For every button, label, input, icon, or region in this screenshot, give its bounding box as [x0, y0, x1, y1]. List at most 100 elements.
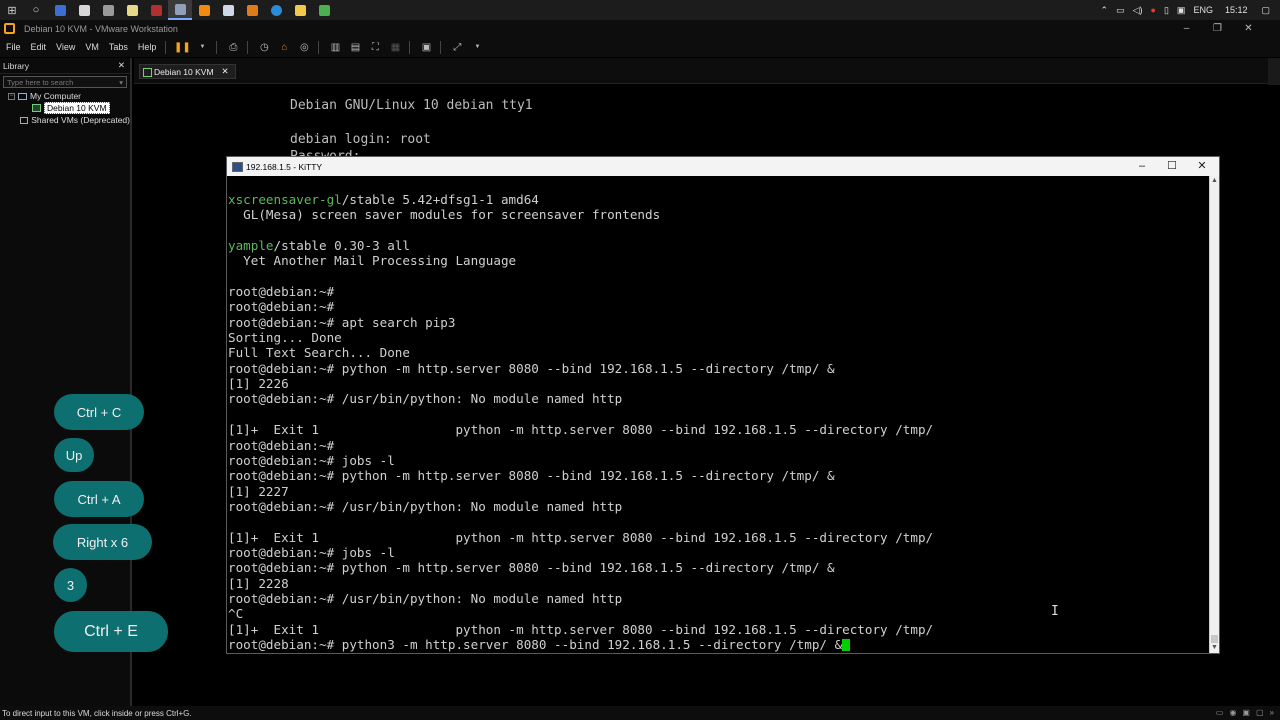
taskbar-app-icon[interactable]: [240, 0, 264, 20]
console-view-icon[interactable]: ▣: [417, 40, 435, 54]
snapshot-manager-icon[interactable]: ◎: [295, 40, 313, 54]
taskbar-app-icon[interactable]: [72, 0, 96, 20]
menu-help[interactable]: Help: [134, 42, 161, 52]
menu-view[interactable]: View: [52, 42, 79, 52]
taskbar-vlc-icon[interactable]: [192, 0, 216, 20]
search-icon[interactable]: ○: [24, 0, 48, 20]
library-search-input[interactable]: Type here to search ▾: [3, 76, 127, 88]
toolbar-divider: [216, 40, 218, 54]
close-icon[interactable]: ✕: [118, 60, 125, 71]
terminal-line: root@debian:~#: [228, 284, 335, 300]
tree-item-my-computer[interactable]: − My Computer: [0, 90, 130, 102]
vm-icon: [32, 104, 41, 112]
snapshot-icon[interactable]: ◷: [255, 40, 273, 54]
chevron-right-icon[interactable]: »: [1270, 708, 1274, 717]
terminal-current-line[interactable]: root@debian:~# python3 -m http.server 80…: [228, 637, 1208, 652]
keystroke-pill: 3: [54, 568, 87, 602]
collapse-icon[interactable]: −: [8, 92, 15, 100]
tab-debian-10-kvm[interactable]: Debian 10 KVM ✕: [139, 64, 236, 79]
record-icon[interactable]: ●: [1151, 5, 1156, 15]
terminal-line: [1]+ Exit 1 python -m http.server 8080 -…: [228, 621, 934, 637]
unity-icon[interactable]: ▦: [386, 40, 404, 54]
chevron-down-icon[interactable]: ▼: [193, 40, 211, 54]
terminal-line: root@debian:~# /usr/bin/python: No modul…: [228, 498, 623, 514]
thumbnail-bar-icon[interactable]: ▤: [346, 40, 364, 54]
taskbar-app-icon[interactable]: [120, 0, 144, 20]
text-cursor-icon: I: [1051, 604, 1059, 619]
taskbar-app-icon[interactable]: [216, 0, 240, 20]
keystroke-pill: Right x 6: [53, 524, 152, 560]
windows-start-icon[interactable]: ⊞: [0, 0, 24, 20]
chevron-up-icon[interactable]: ⌃: [1101, 5, 1109, 16]
sidebar-toggle-icon[interactable]: ▥: [326, 40, 344, 54]
maximize-icon[interactable]: ❐: [1202, 23, 1233, 34]
taskbar-edge-icon[interactable]: [264, 0, 288, 20]
language-indicator[interactable]: ENG: [1193, 5, 1213, 15]
stretch-icon[interactable]: ⤢: [448, 40, 466, 54]
terminal-line: GL(Mesa) screen saver modules for screen…: [228, 207, 661, 223]
minimize-icon[interactable]: –: [1127, 157, 1157, 176]
taskbar-vmware-icon[interactable]: [168, 0, 192, 20]
close-icon[interactable]: ✕: [222, 66, 229, 77]
status-text: To direct input to this VM, click inside…: [2, 708, 192, 718]
taskbar-folder-icon[interactable]: [288, 0, 312, 20]
revert-snapshot-icon[interactable]: ⌂: [275, 40, 293, 54]
taskbar-app-icon[interactable]: [312, 0, 336, 20]
terminal-scrollbar[interactable]: ▲ ▼: [1209, 176, 1219, 653]
network-adapter-icon[interactable]: ▣: [1242, 708, 1250, 717]
close-icon[interactable]: ✕: [1187, 157, 1217, 176]
package-name: xscreensaver-gl: [228, 192, 342, 207]
tree-item-shared-vms[interactable]: Shared VMs (Deprecated): [0, 114, 130, 126]
terminal-line: xscreensaver-gl/stable 5.42+dfsg1-1 amd6…: [228, 192, 1208, 207]
network-icon[interactable]: ▭: [1116, 5, 1125, 16]
kitty-title-bar[interactable]: 192.168.1.5 - KiTTY – ☐ ✕: [227, 157, 1219, 176]
terminal-line: yample/stable 0.30-3 all: [228, 238, 1208, 253]
close-icon[interactable]: ✕: [1233, 23, 1264, 34]
toolbar-divider: [165, 40, 167, 54]
package-version: /stable 5.42+dfsg1-1 amd64: [341, 192, 539, 207]
terminal-line: root@debian:~# python -m http.server 808…: [228, 360, 835, 376]
taskbar-app-icon[interactable]: [48, 0, 72, 20]
volume-icon[interactable]: ◁): [1133, 5, 1143, 16]
keystroke-pill: Ctrl + A: [54, 481, 144, 517]
keystroke-pill: Up: [54, 438, 94, 472]
menu-vm[interactable]: VM: [81, 42, 103, 52]
display-icon[interactable]: ▣: [1177, 5, 1186, 16]
send-ctrl-alt-del-icon[interactable]: ⎙: [224, 40, 242, 54]
scroll-down-icon[interactable]: ▼: [1210, 643, 1219, 653]
terminal-line: Sorting... Done: [228, 330, 342, 346]
fullscreen-icon[interactable]: ⛶: [366, 40, 384, 54]
taskbar-app-icon[interactable]: [96, 0, 120, 20]
chevron-down-icon[interactable]: ▼: [468, 40, 486, 54]
kitty-title: 192.168.1.5 - KiTTY: [246, 161, 323, 172]
pause-icon[interactable]: ❚❚: [173, 40, 191, 54]
system-tray: ⌃ ▭ ◁) ● ▯ ▣ ENG 15:12 ▢: [1101, 0, 1280, 20]
terminal-output[interactable]: xscreensaver-gl/stable 5.42+dfsg1-1 amd6…: [228, 192, 1208, 652]
maximize-icon[interactable]: ☐: [1157, 157, 1187, 176]
search-placeholder: Type here to search: [7, 77, 74, 87]
menu-file[interactable]: File: [2, 42, 25, 52]
cd-icon[interactable]: ◉: [1229, 708, 1236, 717]
chevron-down-icon[interactable]: ▾: [119, 78, 123, 87]
minimize-icon[interactable]: –: [1171, 23, 1202, 34]
clock[interactable]: 15:12: [1225, 5, 1248, 15]
hard-disk-icon[interactable]: ▭: [1216, 708, 1224, 717]
scroll-thumb[interactable]: [1211, 635, 1218, 643]
tree-label: Debian 10 KVM: [44, 102, 110, 114]
menu-tabs[interactable]: Tabs: [105, 42, 132, 52]
window-controls: – ☐ ✕: [1127, 157, 1217, 176]
kitty-window[interactable]: 192.168.1.5 - KiTTY – ☐ ✕ xscreensaver-g…: [226, 156, 1220, 654]
menu-edit[interactable]: Edit: [27, 42, 51, 52]
terminal-line: [1] 2226: [228, 376, 289, 392]
battery-icon[interactable]: ▯: [1164, 5, 1169, 16]
vmware-title-bar: Debian 10 KVM - VMware Workstation – ❐ ✕: [0, 20, 1280, 37]
taskbar-app-icon[interactable]: [144, 0, 168, 20]
notification-icon[interactable]: ▢: [1261, 5, 1270, 16]
terminal-line: root@debian:~# /usr/bin/python: No modul…: [228, 590, 623, 606]
scroll-up-icon[interactable]: ▲: [1210, 176, 1219, 186]
tree-item-debian-vm[interactable]: Debian 10 KVM: [0, 102, 130, 114]
display-icon[interactable]: ▢: [1256, 708, 1264, 717]
